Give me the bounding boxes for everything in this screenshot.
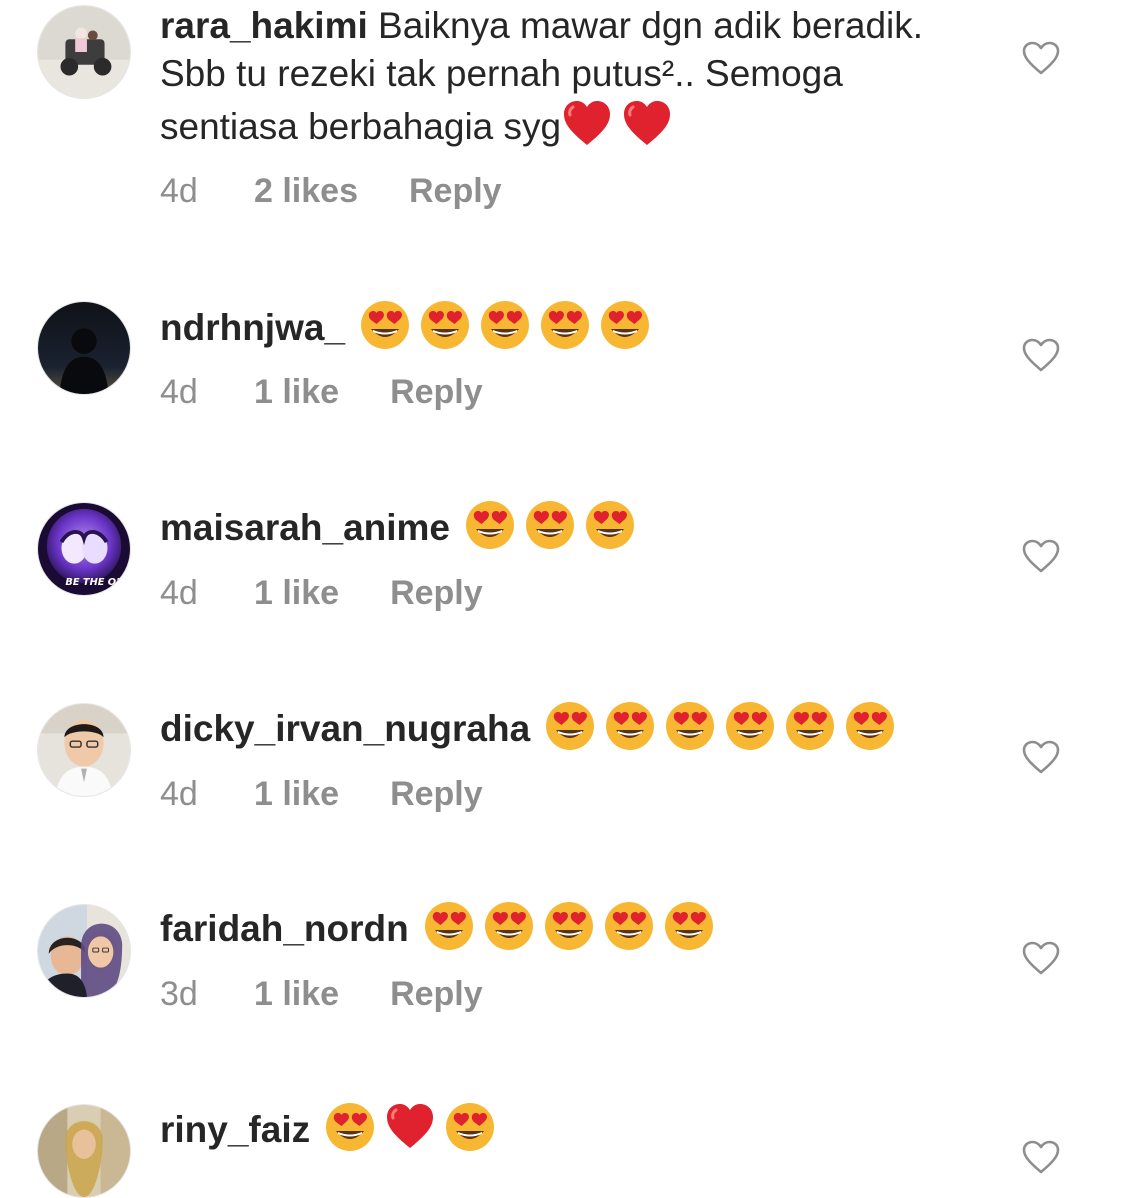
heart-eyes-emoji	[479, 299, 531, 351]
likes-count[interactable]: 2 likes	[254, 171, 358, 211]
avatar[interactable]	[37, 1104, 131, 1198]
heart-eyes-emoji	[524, 499, 576, 551]
avatar[interactable]	[37, 5, 131, 99]
heart-eyes-emoji	[543, 900, 595, 952]
comment-body: rara_hakimi Baiknya mawar dgn adik berad…	[160, 2, 960, 151]
comment-meta: 4d 1 like Reply	[160, 774, 483, 814]
reply-button[interactable]: Reply	[390, 573, 483, 613]
avatar-photo-woman	[38, 1105, 130, 1197]
like-heart-icon[interactable]	[1021, 940, 1061, 976]
comment-timestamp: 4d	[160, 172, 198, 210]
avatar-anime-logo: BE THE ONE	[38, 503, 130, 595]
comment-timestamp: 4d	[160, 373, 198, 411]
avatar-text: BE THE ONE	[65, 577, 130, 588]
heart-eyes-emoji	[483, 900, 535, 952]
heart-eyes-emoji	[664, 700, 716, 752]
likes-count[interactable]: 1 like	[254, 573, 339, 613]
avatar-photo-boy	[38, 704, 130, 796]
heart-eyes-emoji	[599, 299, 651, 351]
comment-body: faridah_nordn	[160, 900, 960, 953]
comment-body: maisarah_anime	[160, 499, 960, 552]
reply-button[interactable]: Reply	[390, 974, 483, 1014]
comment-body: riny_faiz	[160, 1101, 960, 1154]
avatar-photo-beach-buggy	[38, 6, 130, 98]
comment-timestamp: 3d	[160, 975, 198, 1013]
red-heart-emoji	[384, 1101, 436, 1153]
heart-eyes-emoji	[604, 700, 656, 752]
heart-eyes-emoji	[584, 499, 636, 551]
like-heart-icon[interactable]	[1021, 538, 1061, 574]
heart-eyes-emoji	[359, 299, 411, 351]
comment-meta: 4d 2 likes Reply	[160, 171, 502, 211]
heart-eyes-emoji	[544, 700, 596, 752]
comment-timestamp: 4d	[160, 574, 198, 612]
reply-button[interactable]: Reply	[409, 171, 502, 211]
likes-count[interactable]: 1 like	[254, 774, 339, 814]
reply-button[interactable]: Reply	[390, 774, 483, 814]
like-heart-icon[interactable]	[1021, 40, 1061, 76]
heart-eyes-emoji	[444, 1101, 496, 1153]
comment-body: ndrhnjwa_	[160, 299, 960, 352]
username[interactable]: riny_faiz	[160, 1109, 310, 1150]
heart-eyes-emoji	[423, 900, 475, 952]
username[interactable]: dicky_irvan_nugraha	[160, 708, 530, 749]
comment-meta: 4d 1 like Reply	[160, 573, 483, 613]
comment-meta: 3d 1 like Reply	[160, 974, 483, 1014]
reply-button[interactable]: Reply	[390, 372, 483, 412]
heart-eyes-emoji	[324, 1101, 376, 1153]
heart-eyes-emoji	[603, 900, 655, 952]
heart-eyes-emoji	[724, 700, 776, 752]
username[interactable]: rara_hakimi	[160, 5, 368, 46]
avatar[interactable]	[37, 703, 131, 797]
likes-count[interactable]: 1 like	[254, 372, 339, 412]
username[interactable]: maisarah_anime	[160, 507, 450, 548]
avatar-photo-mother-child	[38, 905, 130, 997]
avatar[interactable]	[37, 301, 131, 395]
avatar[interactable]	[37, 904, 131, 998]
avatar-photo-silhouette	[38, 302, 130, 394]
heart-eyes-emoji	[844, 700, 896, 752]
like-heart-icon[interactable]	[1021, 337, 1061, 373]
comment-timestamp: 4d	[160, 775, 198, 813]
username[interactable]: ndrhnjwa_	[160, 307, 345, 348]
comment-body: dicky_irvan_nugraha	[160, 700, 960, 753]
heart-eyes-emoji	[464, 499, 516, 551]
like-heart-icon[interactable]	[1021, 739, 1061, 775]
heart-eyes-emoji	[663, 900, 715, 952]
like-heart-icon[interactable]	[1021, 1139, 1061, 1175]
red-heart-emoji	[621, 98, 673, 150]
comment-meta: 4d 1 like Reply	[160, 372, 483, 412]
red-heart-emoji	[561, 98, 613, 150]
username[interactable]: faridah_nordn	[160, 908, 409, 949]
comment-list: rara_hakimi Baiknya mawar dgn adik berad…	[0, 0, 1125, 1198]
heart-eyes-emoji	[784, 700, 836, 752]
likes-count[interactable]: 1 like	[254, 974, 339, 1014]
heart-eyes-emoji	[539, 299, 591, 351]
heart-eyes-emoji	[419, 299, 471, 351]
avatar[interactable]: BE THE ONE	[37, 502, 131, 596]
